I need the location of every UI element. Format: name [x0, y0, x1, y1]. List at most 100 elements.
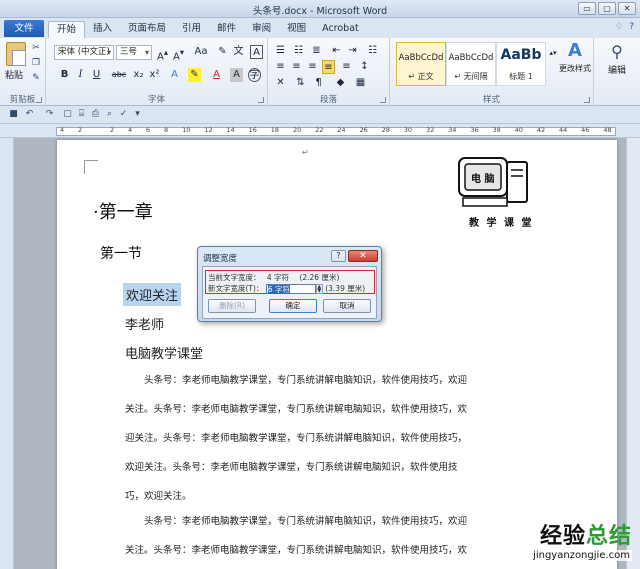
show-marks-icon[interactable]: ¶	[312, 76, 325, 90]
text-teacher[interactable]: 李老师	[125, 314, 164, 333]
enclose-char-icon[interactable]: 字	[248, 68, 261, 82]
styles-scroll-icon[interactable]: ▴▾	[548, 46, 558, 60]
paste-label[interactable]: 粘贴	[5, 68, 23, 81]
align-center-icon[interactable]: ≡	[290, 60, 303, 74]
underline-button[interactable]: U	[90, 68, 103, 82]
shrink-font-icon[interactable]: A▾	[172, 45, 185, 62]
ok-button[interactable]: 确定	[269, 299, 317, 313]
print-icon[interactable]: ⌕	[104, 109, 115, 120]
distributed-align-icon[interactable]: ≡	[322, 60, 335, 74]
adjust-width-dialog: 调整宽度 ? ✕ 当前文字宽度： 4 字符 (2.26 厘米) 新文字宽度(T)…	[197, 246, 382, 322]
spelling-icon[interactable]: ✓	[118, 109, 129, 120]
style-no-spacing-name: ↵ 无间隔	[454, 72, 488, 81]
delete-button[interactable]: 删除(R)	[208, 299, 256, 313]
cancel-button[interactable]: 取消	[323, 299, 371, 313]
font-color-icon[interactable]: A	[210, 68, 223, 82]
grow-font-icon[interactable]: A▴	[156, 45, 169, 62]
paragraph-launcher-icon[interactable]	[380, 97, 386, 103]
char-border-icon[interactable]: A	[250, 45, 263, 59]
current-width-value: 4 字符	[266, 273, 290, 282]
align-left-icon[interactable]: ≡	[274, 60, 287, 74]
format-painter-icon[interactable]: ✎	[30, 72, 42, 84]
styles-launcher-icon[interactable]	[584, 97, 590, 103]
watermark: 经验总结 jingyanzongjie.com	[531, 518, 632, 561]
section-heading[interactable]: 第一节	[100, 243, 142, 263]
current-width-row: 当前文字宽度： 4 字符 (2.26 厘米)	[208, 272, 339, 283]
print-preview-icon[interactable]: ⎙	[90, 109, 101, 120]
numbering-icon[interactable]: ☷	[292, 44, 305, 58]
clipboard-launcher-icon[interactable]	[36, 97, 42, 103]
increase-indent-icon[interactable]: ⇥	[346, 44, 359, 58]
tab-insert[interactable]: 插入	[85, 21, 120, 38]
cut-icon[interactable]: ✂	[30, 42, 42, 54]
shading-icon[interactable]: ◆	[334, 76, 347, 90]
tab-right-icons: ♢ ?	[615, 22, 634, 32]
phonetic-guide-icon[interactable]: 文	[232, 45, 245, 59]
decrease-indent-icon[interactable]: ⇤	[330, 44, 343, 58]
text-effects-icon[interactable]: A	[168, 68, 181, 82]
italic-button[interactable]: I	[74, 68, 87, 82]
borders-icon[interactable]: ▦	[354, 76, 367, 90]
font-size-select[interactable]: 三号	[116, 45, 152, 60]
bullets-icon[interactable]: ☰	[274, 44, 287, 58]
bold-button[interactable]: B	[58, 68, 71, 82]
tab-mailings[interactable]: 邮件	[209, 21, 244, 38]
style-no-spacing[interactable]: AaBbCcDd ↵ 无间隔	[446, 42, 496, 86]
minimize-button[interactable]: ▭	[578, 2, 596, 15]
justify-icon[interactable]: ≡	[340, 60, 353, 74]
customize-qat-icon[interactable]: ▾	[132, 109, 143, 120]
new-doc-icon[interactable]: ▢	[62, 109, 73, 120]
tab-home[interactable]: 开始	[48, 21, 86, 38]
chinese-layout-icon[interactable]: ☷	[366, 44, 379, 58]
strikethrough-button[interactable]: abc	[110, 68, 128, 82]
sort-icon[interactable]: ⇅	[294, 76, 307, 90]
maximize-button[interactable]: ▢	[598, 2, 616, 15]
document-page[interactable]: ↵ 电 脑 教 学 课 堂 ·第一章 第一节 欢迎关注 李老师 电脑教学课堂 头…	[57, 140, 617, 569]
ruler-mark: 30	[403, 126, 413, 134]
line-spacing-icon[interactable]: ↕	[358, 60, 371, 74]
char-shading-icon[interactable]: A	[230, 68, 243, 82]
tab-file[interactable]: 文件	[4, 20, 44, 37]
tab-page-layout[interactable]: 页面布局	[120, 21, 174, 38]
dialog-close-button[interactable]: ✕	[348, 250, 378, 262]
font-name-select[interactable]: 宋体 (中文正)	[54, 45, 114, 60]
paste-icon[interactable]	[6, 42, 26, 66]
align-right-icon[interactable]: ≡	[306, 60, 319, 74]
copy-icon[interactable]: ❐	[30, 57, 42, 69]
new-width-spinner-icon[interactable]: ▲ ▼	[315, 284, 323, 294]
tab-references[interactable]: 引用	[174, 21, 209, 38]
body-paragraph-2[interactable]: 头条号：李老师电脑教学课堂，专门系统讲解电脑知识，软件使用技巧，欢迎关注。头条号…	[125, 507, 469, 565]
ribbon-collapse-icon[interactable]: ♢	[615, 22, 623, 32]
open-icon[interactable]: ⌸	[76, 109, 87, 120]
redo-icon[interactable]: ↷	[44, 109, 55, 120]
change-styles-button[interactable]: A 更改样式	[558, 40, 592, 86]
style-normal[interactable]: AaBbCcDd ↵ 正文	[396, 42, 446, 86]
subscript-button[interactable]: x₂	[132, 68, 145, 82]
body-paragraph-1[interactable]: 头条号：李老师电脑教学课堂，专门系统讲解电脑知识，软件使用技巧，欢迎关注。头条号…	[125, 366, 469, 511]
window-title: 头条号.docx - Microsoft Word	[252, 6, 388, 17]
multilevel-list-icon[interactable]: ≣	[310, 44, 323, 58]
clear-format-icon[interactable]: ✎	[216, 45, 229, 59]
text-classroom[interactable]: 电脑教学课堂	[125, 343, 203, 362]
editing-button[interactable]: ⚲ 编辑	[600, 42, 634, 84]
asian-layout-icon[interactable]: ✕	[274, 76, 287, 90]
undo-icon[interactable]: ↶	[24, 109, 35, 120]
tab-review[interactable]: 审阅	[244, 21, 279, 38]
change-case-icon[interactable]: Aa	[192, 45, 210, 59]
chapter-heading[interactable]: ·第一章	[93, 198, 153, 224]
save-icon[interactable]: ■	[8, 109, 19, 120]
font-launcher-icon[interactable]	[258, 97, 264, 103]
selected-text-welcome[interactable]: 欢迎关注	[123, 283, 182, 306]
vertical-scrollbar[interactable]	[626, 138, 640, 569]
new-width-input[interactable]: 6 字符	[265, 284, 316, 294]
dialog-help-button[interactable]: ?	[331, 250, 346, 262]
help-icon[interactable]: ?	[629, 22, 634, 32]
tab-view[interactable]: 视图	[279, 21, 314, 38]
highlight-icon[interactable]: ✎	[188, 68, 201, 82]
style-normal-name: ↵ 正文	[408, 72, 434, 81]
style-heading1[interactable]: AaBb 标题 1	[496, 42, 546, 86]
tab-acrobat[interactable]: Acrobat	[314, 21, 367, 38]
horizontal-ruler[interactable]: 4 2 2 4 6 8 10 12 14 16 18 20 22 24 26 28 30 32 34 36 38 40 42…	[0, 124, 640, 138]
close-button[interactable]: ✕	[618, 2, 636, 15]
superscript-button[interactable]: x²	[148, 68, 161, 82]
